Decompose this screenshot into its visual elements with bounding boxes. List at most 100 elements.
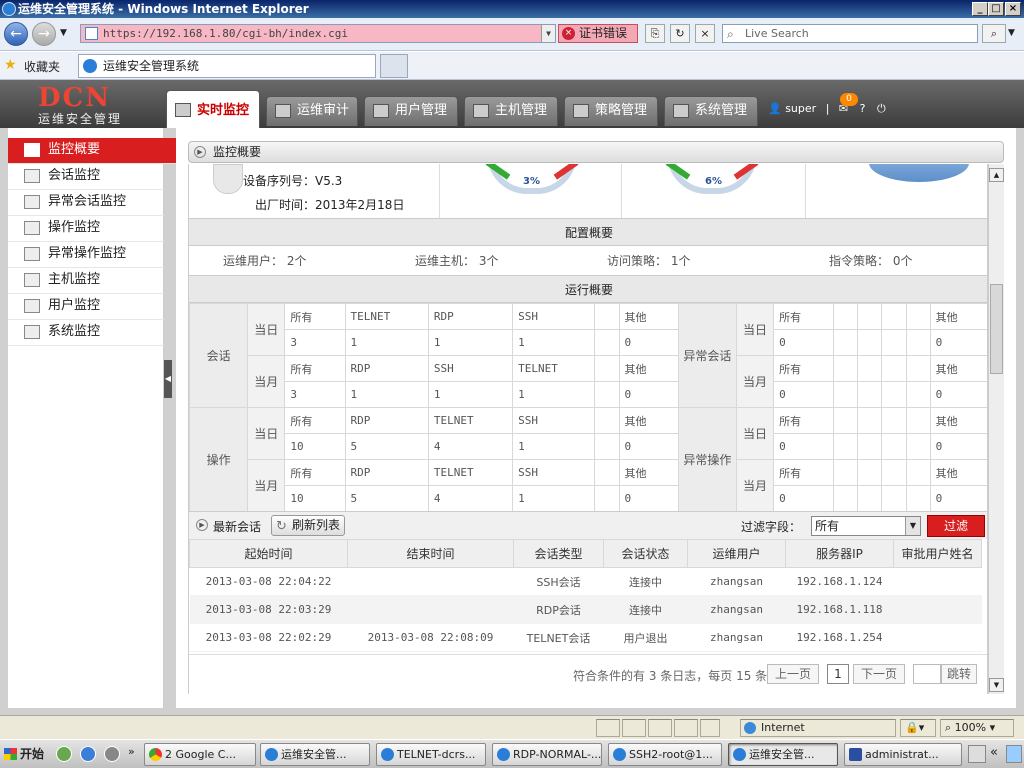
security-zone[interactable]: Internet — [740, 719, 896, 737]
tray-expand-icon[interactable]: « — [990, 745, 998, 760]
help-icon[interactable]: ? — [860, 102, 866, 115]
config-access-policy: 访问策略： 1个 — [607, 254, 691, 268]
search-options-icon[interactable]: ▼ — [1008, 28, 1015, 38]
tab-system-management[interactable]: 系统管理 — [664, 96, 758, 126]
protocol-header: TELNET — [344, 303, 429, 330]
next-page-button[interactable]: 下一页 — [853, 664, 905, 684]
count-value — [833, 433, 859, 460]
current-user[interactable]: super — [785, 102, 816, 115]
count-value: 0 — [929, 329, 987, 356]
close-window-button[interactable]: × — [1005, 2, 1021, 16]
start-button[interactable]: 开始 — [2, 743, 48, 766]
table-cell: SSH会话 — [513, 567, 604, 596]
jump-page-input[interactable] — [913, 664, 941, 684]
filter-field-select[interactable]: 所有 ▼ — [811, 516, 921, 536]
task-ie-1[interactable]: 运维安全管... — [260, 743, 370, 766]
separator: | — [825, 102, 830, 115]
tab-user-management[interactable]: 用户管理 — [364, 96, 458, 126]
sidebar-item-system[interactable]: 系统监控 — [8, 320, 164, 346]
task-label: SSH2-root@1... — [629, 748, 713, 761]
prev-page-button[interactable]: 上一页 — [767, 664, 819, 684]
tray-keyboard-icon[interactable] — [968, 745, 986, 763]
users-icon — [373, 104, 389, 118]
tab-realtime-monitor[interactable]: 实时监控 — [166, 90, 260, 128]
protocol-header: 所有 — [284, 355, 346, 382]
minimize-button[interactable]: _ — [972, 2, 988, 16]
sidebar-item-host[interactable]: 主机监控 — [8, 268, 164, 294]
refresh-icon[interactable]: ↻ — [670, 24, 690, 43]
certificate-error-button[interactable]: × 证书错误 — [558, 24, 638, 43]
back-button[interactable]: ← — [4, 22, 28, 46]
run-row: 当月 所有 RDP SSH TELNET 其他 当月 所有 其他 — [190, 355, 987, 408]
table-cell: zhangsan — [687, 595, 786, 624]
count-value — [833, 381, 859, 408]
tray-network-icon[interactable] — [1006, 745, 1022, 763]
scroll-thumb[interactable] — [990, 284, 1003, 374]
count-value: 0 — [773, 433, 835, 460]
count-value: 1 — [512, 329, 596, 356]
divider — [805, 164, 806, 220]
sidebar-item-user[interactable]: 用户监控 — [8, 294, 164, 320]
sidebar-item-session[interactable]: 会话监控 — [8, 164, 164, 190]
sidebar-item-operation[interactable]: 操作监控 — [8, 216, 164, 242]
compatibility-icon[interactable]: ⎘ — [645, 24, 665, 43]
collapse-sidebar-handle[interactable]: ◀ — [164, 360, 172, 398]
tab-label: 实时监控 — [197, 103, 250, 118]
search-go-icon[interactable]: ⌕ — [982, 24, 1006, 43]
table-row[interactable]: 2013-03-08 22:02:29 2013-03-08 22:08:09 TE… — [189, 623, 982, 652]
browser-tab[interactable]: 运维安全管理系统 — [78, 54, 376, 78]
table-row[interactable]: 2013-03-08 22:03:29 RDP会话 连接中 zhangsan 192.1… — [189, 595, 982, 624]
new-tab-button[interactable] — [380, 54, 408, 78]
stop-icon[interactable]: × — [695, 24, 715, 43]
quicklaunch-desktop-icon[interactable] — [56, 746, 72, 762]
start-label: 开始 — [20, 747, 45, 761]
column-header[interactable]: 结束时间 — [347, 539, 514, 568]
task-rdp[interactable]: RDP-NORMAL-... — [492, 743, 602, 766]
protected-mode-icon[interactable]: 🔒▾ — [900, 719, 936, 737]
column-header[interactable]: 会话类型 — [513, 539, 604, 568]
count-value — [857, 485, 883, 512]
current-page[interactable]: 1 — [827, 664, 849, 684]
history-dropdown-icon[interactable]: ▼ — [60, 28, 67, 38]
sidebar-item-abnormal-operation[interactable]: 异常操作监控 — [8, 242, 164, 268]
address-input[interactable]: https://192.168.1.80/cgi-bh/index.cgi ▼ — [80, 24, 556, 43]
logout-icon[interactable]: ⏻ — [877, 102, 886, 115]
task-telnet[interactable]: TELNET-dcrs... — [376, 743, 486, 766]
quicklaunch-server-icon[interactable] — [104, 746, 120, 762]
tab-policy-management[interactable]: 策略管理 — [564, 96, 658, 126]
maximize-button[interactable]: □ — [988, 2, 1004, 16]
quicklaunch-more-icon[interactable]: » — [128, 745, 135, 758]
jump-button[interactable]: 跳转 — [941, 664, 977, 684]
protocol-header: 所有 — [284, 459, 346, 486]
filter-button[interactable]: 过滤 — [927, 515, 985, 537]
search-input[interactable]: ⌕ Live Search — [722, 24, 978, 43]
column-header[interactable]: 起始时间 — [189, 539, 348, 568]
table-row[interactable]: 2013-03-08 22:04:22 SSH会话 连接中 zhangsan 192.1… — [189, 567, 982, 596]
task-ssh[interactable]: SSH2-root@1... — [608, 743, 722, 766]
vertical-scrollbar[interactable]: ▲ ▼ — [988, 164, 1004, 694]
sidebar-item-abnormal-session[interactable]: 异常会话监控 — [8, 190, 164, 216]
quicklaunch-ie-icon[interactable] — [80, 746, 96, 762]
zoom-control[interactable]: ⌕ 100% ▾ — [940, 719, 1014, 737]
forward-button[interactable]: → — [32, 22, 56, 46]
sidebar-item-overview[interactable]: 监控概要 — [8, 138, 176, 164]
task-admin[interactable]: administrat... — [844, 743, 962, 766]
tab-audit[interactable]: 运维审计 — [266, 96, 358, 126]
task-ie-active[interactable]: 运维安全管... — [728, 743, 838, 766]
count-value: 4 — [427, 485, 514, 512]
address-dropdown-icon[interactable]: ▼ — [541, 25, 555, 42]
table-cell: 连接中 — [603, 567, 688, 596]
column-header[interactable]: 会话状态 — [603, 539, 688, 568]
scroll-down-icon[interactable]: ▼ — [989, 678, 1004, 692]
favorites-button[interactable]: 收藏夹 — [24, 58, 60, 75]
refresh-list-button[interactable]: ↻ 刷新列表 — [271, 515, 345, 536]
column-header[interactable]: 运维用户 — [687, 539, 786, 568]
protocol-header: RDP — [344, 459, 429, 486]
session-icon — [24, 169, 40, 183]
scroll-up-icon[interactable]: ▲ — [989, 168, 1004, 182]
column-header[interactable]: 审批用户姓名 — [893, 539, 982, 568]
task-chrome[interactable]: 2 Google C... — [144, 743, 256, 766]
column-header[interactable]: 服务器IP — [785, 539, 894, 568]
tab-host-management[interactable]: 主机管理 — [464, 96, 558, 126]
protocol-header: 其他 — [618, 407, 679, 434]
